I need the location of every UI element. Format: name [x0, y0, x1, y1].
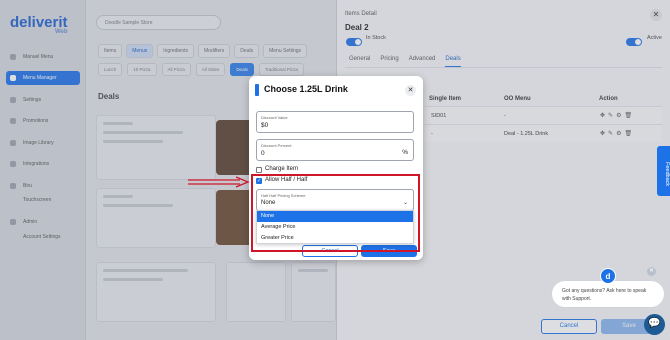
arrow-icon: [188, 176, 250, 188]
highlight-box: [251, 174, 420, 252]
chat-close-icon[interactable]: ✕: [647, 267, 656, 276]
discount-value-label: Discount Value: [261, 115, 288, 120]
discount-percent-label: Discount Percent: [261, 143, 292, 148]
charge-item-label: Charge Item: [265, 166, 299, 172]
discount-percent-input[interactable]: 0: [261, 150, 265, 157]
discount-value-field[interactable]: Discount Value $0: [256, 111, 414, 133]
charge-item-checkbox[interactable]: [256, 167, 262, 173]
feedback-tab[interactable]: Feedback: [657, 146, 670, 196]
modal-title: Choose 1.25L Drink: [264, 84, 348, 94]
close-icon[interactable]: ✕: [405, 85, 416, 96]
support-avatar: d: [600, 268, 616, 284]
discount-percent-field[interactable]: Discount Percent 0 %: [256, 139, 414, 161]
discount-value-input[interactable]: $0: [261, 122, 268, 129]
title-accent: [255, 84, 259, 96]
chat-message[interactable]: Got any questions? Ask here to speak wit…: [551, 280, 665, 308]
chat-icon[interactable]: 💬: [644, 314, 665, 335]
percent-symbol: %: [402, 149, 408, 156]
